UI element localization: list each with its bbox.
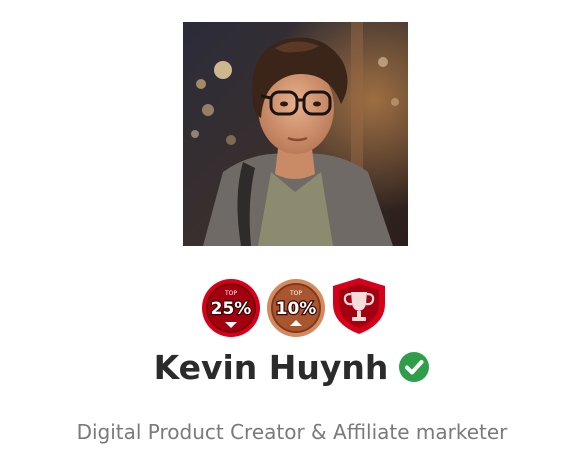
top-25-badge[interactable]: TOP 25% bbox=[201, 278, 261, 338]
avatar-photo bbox=[183, 22, 408, 246]
top-10-badge[interactable]: TOP 10% bbox=[266, 278, 326, 338]
trophy-badge-icon bbox=[333, 278, 385, 334]
trophy-badge[interactable] bbox=[329, 276, 389, 336]
profile-tagline: Digital Product Creator & Affiliate mark… bbox=[76, 420, 508, 444]
svg-text:TOP: TOP bbox=[224, 290, 237, 297]
svg-text:10%: 10% bbox=[276, 299, 317, 319]
svg-text:TOP: TOP bbox=[289, 290, 302, 297]
profile-card: TOP 25% TOP 10% Kevin Huynh Digital Prod… bbox=[0, 0, 584, 460]
achievement-badges: TOP 25% TOP 10% bbox=[201, 278, 391, 340]
name-row: Kevin Huynh bbox=[0, 342, 584, 392]
avatar[interactable] bbox=[183, 22, 408, 246]
top-10-badge-icon: TOP 10% bbox=[267, 279, 325, 337]
check-circle-icon bbox=[399, 352, 430, 382]
top-25-badge-icon: TOP 25% bbox=[202, 279, 260, 337]
profile-name: Kevin Huynh bbox=[153, 347, 389, 387]
svg-text:25%: 25% bbox=[211, 299, 252, 319]
verified-icon bbox=[398, 351, 430, 383]
